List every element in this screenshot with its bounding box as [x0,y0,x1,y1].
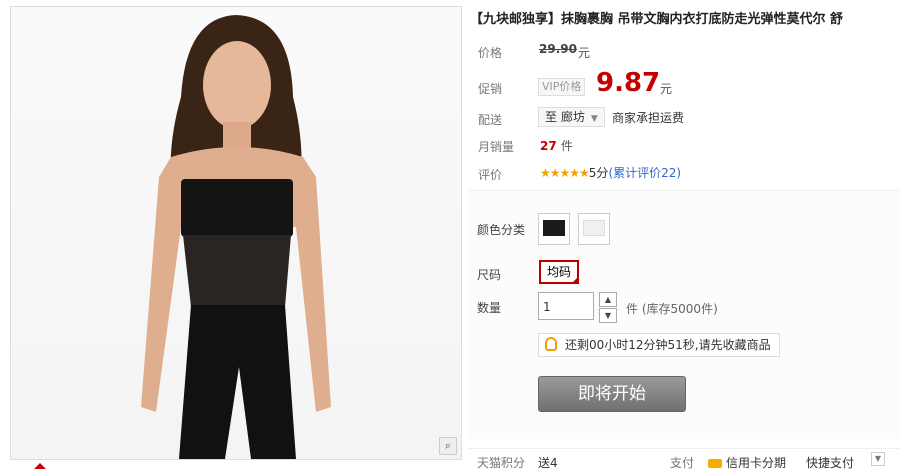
shipping-destination-select[interactable]: 至 廊坊 ▼ [538,107,605,127]
size-option-selected[interactable]: 均码 [539,260,580,284]
rating-label: 评价 [478,168,503,182]
quantity-input[interactable]: 1 [538,292,594,320]
countdown-notice: 还剩00小时12分钟51秒,请先收藏商品 [538,333,780,357]
size-label: 尺码 [477,268,502,282]
product-title: 【九块邮独享】抹胸裹胸 吊带文胸内衣打底防走光弹性莫代尔 舒 [470,12,844,27]
size-value: 均码 [547,265,572,279]
vip-badge: VIP价格 [538,78,586,96]
zoom-icon[interactable]: ⌕ [439,437,457,455]
quantity-increase-button[interactable]: ▲ [599,292,617,307]
color-label: 颜色分类 [477,223,526,237]
shipping-note: 商家承担运费 [612,111,685,125]
monthly-sales-count: 27 件 [540,139,573,153]
lightbulb-icon [545,337,557,351]
coming-soon-button[interactable]: 即将开始 [538,376,686,412]
monthly-sales-label: 月销量 [478,140,515,154]
star-rating-icon: ★★★★★ [540,166,590,180]
tmall-points-label: 天猫积分 [477,456,526,470]
rating-score: 5分 [588,166,609,180]
promo-currency: 元 [660,82,673,96]
promo-price: 9.87 [596,68,661,98]
chevron-down-icon: ▼ [590,114,598,124]
stock-info: 件 (库存5000件) [626,302,718,316]
quantity-decrease-button[interactable]: ▼ [599,308,617,323]
review-count-link[interactable]: (累计评价22) [608,166,681,180]
quick-pay-option[interactable]: 快捷支付 [806,454,854,471]
chevron-down-icon[interactable]: ▼ [871,452,885,466]
credit-card-icon [708,459,722,468]
promo-label: 促销 [478,82,503,96]
price-label: 价格 [478,46,503,60]
color-option-white[interactable] [578,213,610,245]
quantity-label: 数量 [477,301,502,315]
tmall-points-value: 送4 [538,456,558,470]
selected-check-icon [571,276,580,284]
color-option-black[interactable] [538,213,570,245]
price-currency: 元 [578,46,591,60]
rating-summary: ★★★★★5分(累计评价22) [540,164,681,181]
shipping-destination: 至 廊坊 [545,110,585,124]
model-photo [141,15,331,459]
thumbnail-marker [34,463,46,469]
countdown-text: 还剩00小时12分钟51秒,请先收藏商品 [565,338,771,352]
shipping-label: 配送 [478,113,503,127]
product-image[interactable]: ⌕ [10,6,462,460]
divider [468,448,900,449]
original-price: 29.90 [539,42,577,56]
installment-option[interactable]: 信用卡分期 [708,454,786,471]
payment-label: 支付 [670,456,695,470]
